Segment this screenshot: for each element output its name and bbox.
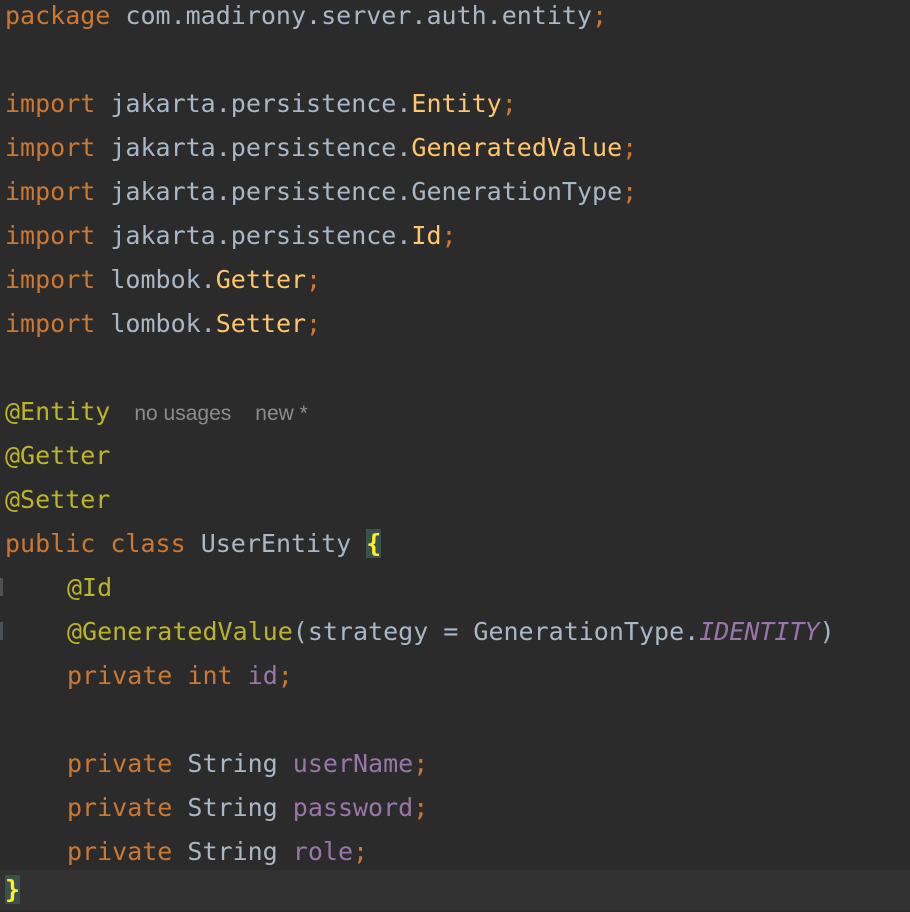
import-path: lombok. (110, 309, 216, 338)
field-name: role (292, 837, 354, 866)
import-line[interactable]: import lombok.Setter; (5, 302, 321, 346)
entity-annotation: @Entity (5, 397, 111, 426)
package-keyword: package (5, 1, 111, 30)
field-line[interactable]: private int id; (5, 654, 293, 698)
import-path: jakarta.persistence. (110, 177, 412, 206)
import-line[interactable]: import lombok.Getter; (5, 258, 321, 302)
close-paren: ) (819, 617, 835, 646)
package-line[interactable]: package com.madirony.server.auth.entity; (5, 0, 607, 38)
generated-value-annotation: @GeneratedValue (67, 617, 293, 646)
import-line[interactable]: import jakarta.persistence.Entity; (5, 82, 517, 126)
import-class: Getter (215, 265, 307, 294)
private-modifier: private (67, 661, 173, 690)
semicolon: ; (353, 837, 369, 866)
import-class: Entity (411, 89, 502, 118)
field-name: id (247, 661, 278, 690)
import-line[interactable]: import jakarta.persistence.GenerationTyp… (5, 170, 637, 214)
usages-inlay-hint[interactable]: no usages (134, 402, 231, 425)
private-modifier: private (67, 793, 173, 822)
field-name: userName (292, 749, 414, 778)
private-modifier: private (67, 749, 173, 778)
annotation-line[interactable]: @GeneratedValue(strategy = GenerationTyp… (5, 610, 835, 654)
import-keyword: import (5, 89, 96, 118)
field-line[interactable]: private String role; (5, 830, 368, 874)
annotation-line[interactable]: @Id (5, 566, 112, 610)
class-name: UserEntity (200, 529, 352, 558)
import-line[interactable]: import jakarta.persistence.GeneratedValu… (5, 126, 637, 170)
strategy-args: (strategy = GenerationType. (292, 617, 700, 646)
closing-brace-line[interactable]: } (5, 868, 21, 912)
import-path: jakarta.persistence. (110, 133, 412, 162)
semicolon: ; (413, 749, 429, 778)
class-declaration-line[interactable]: public class UserEntity { (5, 522, 382, 566)
import-path: jakarta.persistence. (110, 89, 412, 118)
package-name: com.madirony.server.auth.entity (125, 1, 593, 30)
semicolon: ; (622, 177, 638, 206)
current-line-highlight (0, 870, 910, 910)
private-modifier: private (67, 837, 173, 866)
annotation-line[interactable]: @Getter (5, 434, 110, 478)
import-keyword: import (5, 309, 96, 338)
identity-constant: IDENTITY (699, 617, 820, 646)
import-path: lombok. (110, 265, 216, 294)
field-type: int (187, 661, 233, 690)
getter-annotation: @Getter (5, 441, 111, 470)
semicolon: ; (441, 221, 457, 250)
annotation-line[interactable]: @Entity no usages new * (5, 390, 308, 434)
field-line[interactable]: private String userName; (5, 742, 428, 786)
semicolon: ; (592, 1, 608, 30)
field-type: String (187, 793, 278, 822)
semicolon: ; (277, 661, 293, 690)
semicolon: ; (306, 265, 322, 294)
import-keyword: import (5, 265, 96, 294)
import-class: Setter (215, 309, 307, 338)
import-keyword: import (5, 177, 96, 206)
field-type: String (187, 837, 278, 866)
field-line[interactable]: private String password; (5, 786, 428, 830)
class-keyword: class (110, 529, 186, 558)
gutter-marker (0, 622, 3, 640)
setter-annotation: @Setter (5, 485, 111, 514)
field-type: String (187, 749, 278, 778)
public-modifier: public (5, 529, 96, 558)
import-keyword: import (5, 133, 96, 162)
author-inlay-hint[interactable]: new * (255, 402, 308, 425)
semicolon: ; (622, 133, 638, 162)
annotation-line[interactable]: @Setter (5, 478, 110, 522)
import-class: Id (411, 221, 442, 250)
code-editor[interactable]: package com.madirony.server.auth.entity;… (0, 0, 910, 910)
field-name: password (292, 793, 414, 822)
semicolon: ; (306, 309, 322, 338)
semicolon: ; (413, 793, 429, 822)
gutter-marker (0, 578, 3, 596)
import-keyword: import (5, 221, 96, 250)
open-brace: { (366, 529, 382, 558)
import-class: GeneratedValue (411, 133, 623, 162)
close-brace: } (5, 875, 21, 904)
import-path: jakarta.persistence. (110, 221, 412, 250)
id-annotation: @Id (67, 573, 113, 602)
import-line[interactable]: import jakarta.persistence.Id; (5, 214, 457, 258)
semicolon: ; (501, 89, 517, 118)
import-class: GenerationType (411, 177, 623, 206)
